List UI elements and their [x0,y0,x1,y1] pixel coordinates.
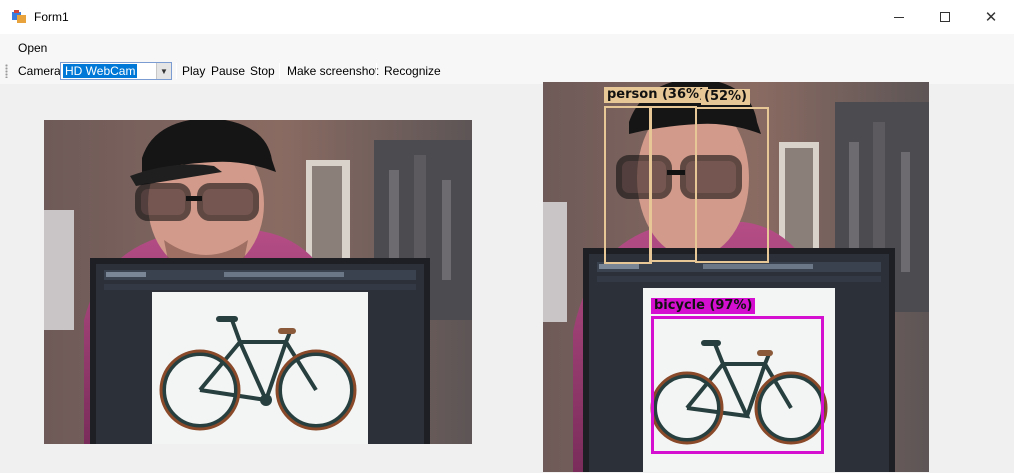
detection-label-bicycle: bicycle (97%) [651,298,756,314]
recognize-button[interactable]: Recognize [384,64,441,78]
detection-box-person [695,107,769,263]
tool-strip: Camera HD WebCam ▼ Play Pause Stop Make … [0,58,1014,84]
minimize-button[interactable] [876,0,922,34]
make-screenshot-button[interactable]: Make screenshot [287,64,378,78]
play-button[interactable]: Play [182,64,205,78]
menu-item-open[interactable]: Open [18,41,47,55]
toolbar-separator [376,63,377,79]
toolstrip-grip-icon[interactable] [5,64,8,78]
winforms-app-icon [12,10,26,23]
detection-label-person: person (36%) [604,87,708,103]
camera-select-value: HD WebCam [63,64,138,78]
maximize-icon [940,12,950,22]
menu-strip: Open [0,34,1014,58]
close-icon: ✕ [984,8,998,26]
camera-label: Camera [18,64,61,78]
camera-select[interactable]: HD WebCam ▼ [60,62,172,80]
detection-box-bicycle [651,316,824,454]
chevron-down-icon[interactable]: ▼ [156,63,171,79]
toolbar-separator [176,63,177,79]
minimize-icon [894,16,904,18]
stop-button[interactable]: Stop [250,64,275,78]
pause-button[interactable]: Pause [211,64,245,78]
webcam-frame-image [44,120,472,444]
detection-box-person [649,106,697,262]
camera-preview [44,120,472,444]
title-bar: Form1 ✕ [0,0,1014,34]
window-title: Form1 [34,10,69,24]
detection-label-person: (52%) [701,89,750,105]
maximize-button[interactable] [922,0,968,34]
close-button[interactable]: ✕ [968,0,1014,34]
recognition-result: person (36%) (52%) bicycle (97%) [543,82,929,472]
detection-box-person [604,106,652,264]
toolbar-separator [279,63,280,79]
